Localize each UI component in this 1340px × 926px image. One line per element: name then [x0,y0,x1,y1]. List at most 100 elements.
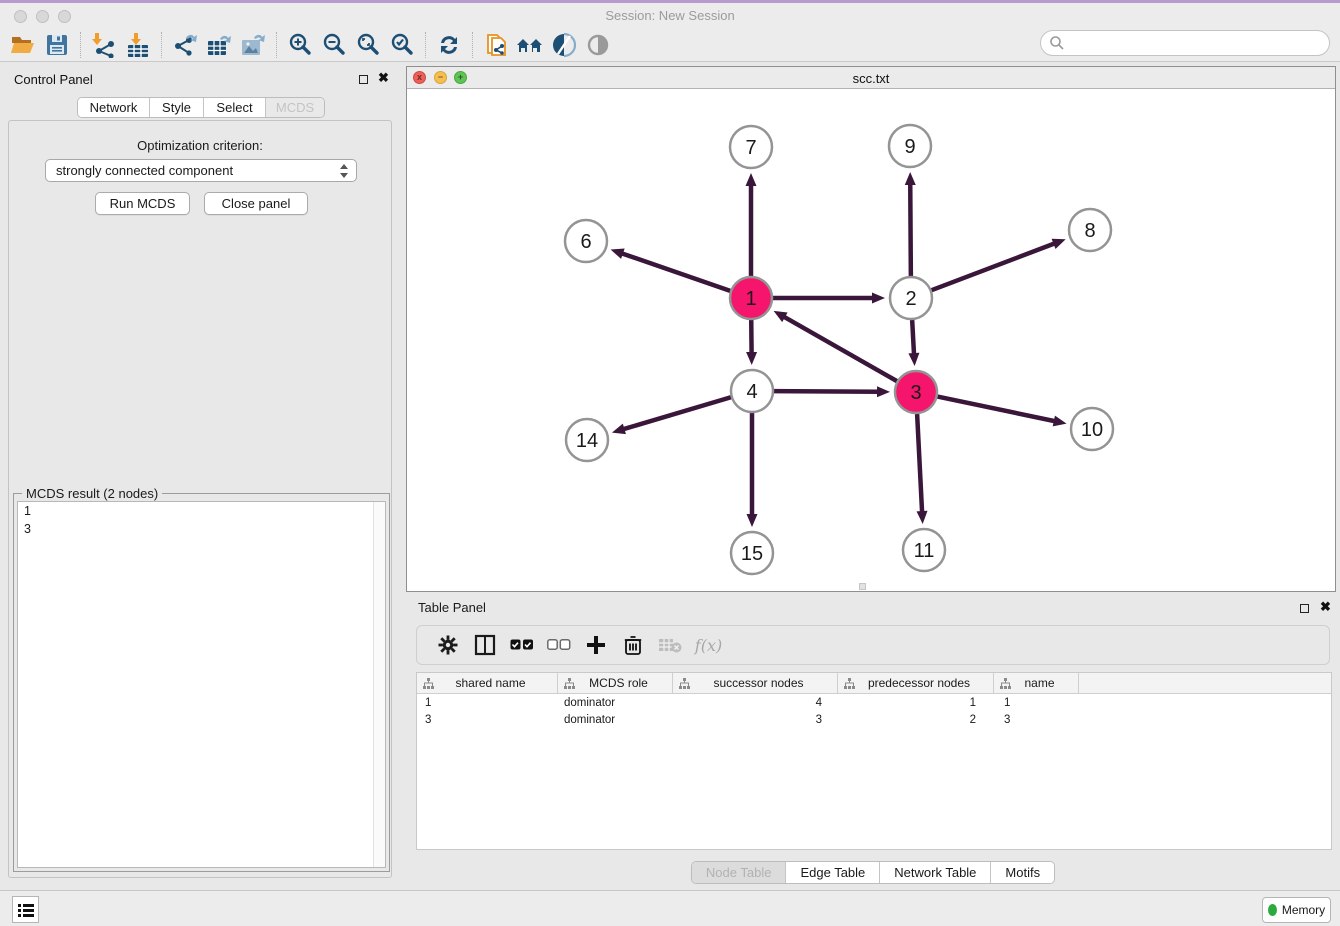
gear-icon [438,635,458,655]
tab-node-table[interactable]: Node Table [692,862,787,883]
network-window-titlebar[interactable]: x − + scc.txt [407,67,1335,89]
tab-select[interactable]: Select [204,98,266,117]
search-input[interactable] [1065,33,1329,53]
network-graph[interactable]: 1234678910111415 [407,89,1335,591]
graph-edge-2-8[interactable] [932,243,1056,290]
style-brush-icon [551,32,577,58]
graph-edge-4-14[interactable] [622,397,730,429]
function-builder-button[interactable]: f(x) [688,629,725,661]
add-column-button[interactable] [577,629,614,661]
hierarchy-icon [423,678,434,689]
canvas-resize-handle[interactable] [859,583,866,590]
column-header-label: predecessor nodes [855,676,993,690]
tab-network-table[interactable]: Network Table [880,862,991,883]
toggle-graphics-details-button[interactable] [581,30,615,60]
tab-motifs[interactable]: Motifs [991,862,1054,883]
graph-edge-2-3[interactable] [912,320,914,355]
table-row[interactable]: 3dominator323 [417,711,1331,728]
delete-table-button[interactable] [651,629,688,661]
status-bar: Memory [0,890,1340,926]
zoom-fit-button[interactable] [351,30,385,60]
table-panel-close-button[interactable]: ✖ [1320,599,1331,615]
tab-style[interactable]: Style [150,98,204,117]
tab-edge-table[interactable]: Edge Table [786,862,880,883]
zoom-selected-button[interactable] [385,30,419,60]
column-header-predecessor-nodes[interactable]: predecessor nodes [838,673,994,693]
graph-node-label: 6 [580,231,591,253]
tab-mcds[interactable]: MCDS [266,98,324,117]
graph-edge-arrowhead [746,352,757,365]
mcds-result-scrollbar[interactable] [373,502,385,867]
table-header-row: shared nameMCDS rolesuccessor nodes prede… [417,673,1331,694]
show-column-panel-button[interactable] [466,629,503,661]
table-cell[interactable]: dominator [558,697,673,709]
mcds-result-item[interactable]: 1 [18,502,385,520]
zoom-in-button[interactable] [283,30,317,60]
toggle-style-button[interactable] [547,30,581,60]
application-window: Session: New Session Control Panel ✖ [0,0,1340,926]
column-header-name[interactable]: name [994,673,1079,693]
memory-label: Memory [1282,903,1325,917]
toolbar-separator [472,32,473,58]
graph-edge-3-11[interactable] [917,414,922,513]
table-cell[interactable]: dominator [558,714,673,726]
graph-edge-2-9[interactable] [910,183,911,276]
column-header-MCDS-role[interactable]: MCDS role [558,673,673,693]
table-settings-button[interactable] [429,629,466,661]
import-table-button[interactable] [121,30,155,60]
tab-network[interactable]: Network [78,98,150,117]
column-header-successor-nodes[interactable]: successor nodes [673,673,838,693]
delete-column-button[interactable] [614,629,651,661]
import-network-button[interactable] [87,30,121,60]
export-network-button[interactable] [168,30,202,60]
export-image-button[interactable] [236,30,270,60]
toolbar-separator [276,32,277,58]
zoom-fit-icon [355,32,381,58]
memory-button[interactable]: Memory [1262,897,1331,923]
control-panel-float-button[interactable] [359,75,368,84]
run-mcds-button[interactable]: Run MCDS [95,192,190,215]
task-history-button[interactable] [12,896,39,923]
clone-network-button[interactable] [479,30,513,60]
close-panel-button[interactable]: Close panel [204,192,308,215]
column-header-shared-name[interactable]: shared name [417,673,558,693]
zoom-out-button[interactable] [317,30,351,60]
node-table[interactable]: shared nameMCDS rolesuccessor nodes prede… [416,672,1332,850]
graph-node-label: 11 [914,540,935,562]
mcds-result-list[interactable]: 13 [17,501,386,868]
deselect-all-rows-button[interactable] [540,629,577,661]
hierarchy-icon [844,678,855,689]
open-session-button[interactable] [6,30,40,60]
table-toolbar: f(x) [416,625,1330,665]
table-cell[interactable]: 3 [994,714,1079,726]
mcds-result-item[interactable]: 3 [18,520,385,538]
network-canvas[interactable]: 1234678910111415 [407,89,1335,591]
table-cell[interactable]: 3 [673,714,838,726]
table-panel-float-button[interactable] [1300,604,1309,613]
apply-layout-button[interactable] [432,30,466,60]
control-panel-close-button[interactable]: ✖ [378,70,389,86]
control-panel-tabs: Network Style Select MCDS [77,97,325,118]
graph-edge-3-10[interactable] [938,397,1056,422]
search-field[interactable] [1040,30,1330,56]
table-cell[interactable]: 1 [994,697,1079,709]
table-cell[interactable]: 1 [838,697,994,709]
graph-edge-4-3[interactable] [774,391,879,392]
table-cell[interactable]: 2 [838,714,994,726]
table-row[interactable]: 1dominator411 [417,694,1331,711]
optimization-criterion-value: strongly connected component [56,163,233,178]
graph-node-label: 1 [745,288,756,310]
graph-edge-1-6[interactable] [621,253,730,291]
table-cell[interactable]: 1 [417,697,558,709]
select-all-rows-button[interactable] [503,629,540,661]
table-cell[interactable]: 3 [417,714,558,726]
export-table-button[interactable] [202,30,236,60]
graph-edge-3-1[interactable] [783,316,897,381]
graph-edge-arrowhead [1052,239,1066,249]
titlebar[interactable]: Session: New Session [0,3,1340,28]
save-session-button[interactable] [40,30,74,60]
optimization-criterion-select[interactable]: strongly connected component [45,159,357,182]
save-icon [45,33,69,57]
table-cell[interactable]: 4 [673,697,838,709]
home-view-button[interactable] [513,30,547,60]
